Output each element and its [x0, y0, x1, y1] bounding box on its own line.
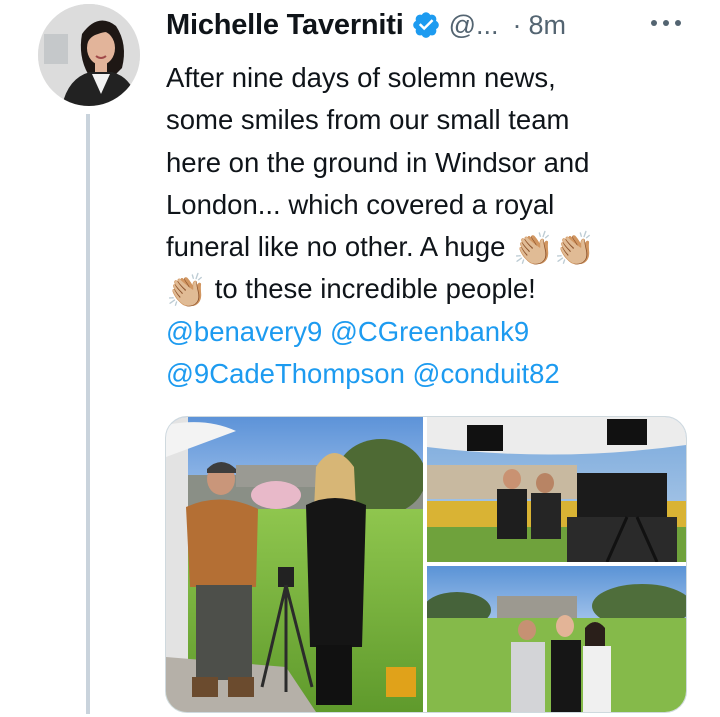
- thread-line: [86, 114, 90, 714]
- mention-link[interactable]: @9CadeThompson: [166, 358, 405, 389]
- avatar-photo: [38, 4, 140, 106]
- tweet-text-line: @9CadeThompson @conduit82: [166, 353, 686, 395]
- media-grid: [165, 416, 687, 713]
- photo-image: [427, 417, 686, 562]
- tweet-text-segment: funeral like no other. A huge: [166, 231, 514, 263]
- verified-badge-icon: [412, 12, 439, 38]
- tweet-text: After nine days of solemn news, some smi…: [166, 57, 686, 395]
- media-photo[interactable]: [427, 417, 686, 562]
- clapping-hands-emoji: 👏🏼: [166, 272, 208, 310]
- clapping-hands-emoji: 👏🏼👏🏼: [513, 230, 596, 268]
- tweet-text-line: After nine days of solemn news,: [166, 62, 556, 93]
- tweet-text-line: London... which covered a royal: [166, 188, 555, 220]
- header-separator: ·: [512, 9, 522, 40]
- tweet-text-segment: to these incredible people!: [207, 273, 536, 305]
- author-name[interactable]: Michelle Taverniti: [166, 9, 404, 42]
- more-options-icon[interactable]: [651, 10, 681, 36]
- tweet-text-line: 👏🏼 to these incredible people!: [166, 268, 686, 310]
- timestamp[interactable]: 8m: [529, 10, 567, 41]
- author-handle[interactable]: @...: [449, 10, 499, 41]
- tweet-text-line: @benavery9 @CGreenbank9: [166, 311, 686, 353]
- tweet[interactable]: Michelle Taverniti @... · 8m After nine …: [0, 0, 720, 717]
- avatar[interactable]: [38, 4, 140, 106]
- media-photo[interactable]: [427, 566, 686, 712]
- mention-link[interactable]: @conduit82: [413, 358, 560, 389]
- mention-link[interactable]: @benavery9: [166, 316, 322, 347]
- photo-image: [166, 417, 423, 712]
- more-dot: [675, 20, 681, 26]
- photo-image: [427, 566, 686, 712]
- tweet-header: Michelle Taverniti @... · 8m: [166, 6, 696, 44]
- tweet-text-line: here on the ground in Windsor and: [166, 146, 590, 178]
- tweet-text-line: funeral like no other. A huge 👏🏼👏🏼: [166, 226, 686, 268]
- media-photo[interactable]: [166, 417, 423, 712]
- tweet-text-line: some smiles from our small team: [166, 104, 570, 136]
- more-dot: [663, 20, 669, 26]
- more-dot: [651, 20, 657, 26]
- mention-link[interactable]: @CGreenbank9: [330, 316, 529, 347]
